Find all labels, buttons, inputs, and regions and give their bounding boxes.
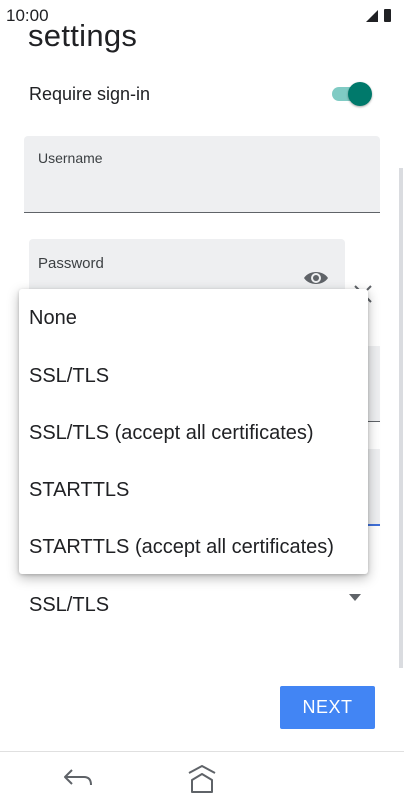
- hidden-field-edge-focused: [368, 449, 380, 526]
- menu-item-starttls-accept-all[interactable]: STARTTLS (accept all certificates): [29, 536, 334, 559]
- signal-icon: [366, 10, 378, 22]
- username-field[interactable]: [24, 136, 380, 213]
- require-signin-toggle[interactable]: [332, 82, 372, 106]
- require-signin-label: Require sign-in: [29, 84, 151, 104]
- home-icon[interactable]: [185, 763, 219, 795]
- page-title: settings: [28, 18, 138, 53]
- eye-icon[interactable]: [302, 268, 330, 288]
- next-button[interactable]: NEXT: [280, 686, 375, 729]
- menu-item-none[interactable]: None: [29, 307, 77, 330]
- password-label: Password: [38, 255, 104, 272]
- menu-item-starttls[interactable]: STARTTLS: [29, 479, 129, 502]
- battery-icon: [384, 9, 391, 22]
- scrollbar[interactable]: [399, 168, 403, 668]
- hidden-field-edge: [368, 346, 380, 422]
- menu-item-ssl-tls[interactable]: SSL/TLS: [29, 365, 109, 388]
- security-select-value[interactable]: SSL/TLS: [29, 594, 109, 617]
- security-dropdown-menu: None SSL/TLS SSL/TLS (accept all certifi…: [19, 289, 368, 574]
- nav-divider: [0, 751, 404, 752]
- status-icons: [366, 9, 391, 22]
- back-icon[interactable]: [62, 766, 94, 790]
- menu-item-ssl-tls-accept-all[interactable]: SSL/TLS (accept all certificates): [29, 422, 314, 445]
- toggle-thumb: [348, 82, 372, 106]
- chevron-down-icon[interactable]: [349, 594, 361, 601]
- username-label: Username: [38, 150, 103, 166]
